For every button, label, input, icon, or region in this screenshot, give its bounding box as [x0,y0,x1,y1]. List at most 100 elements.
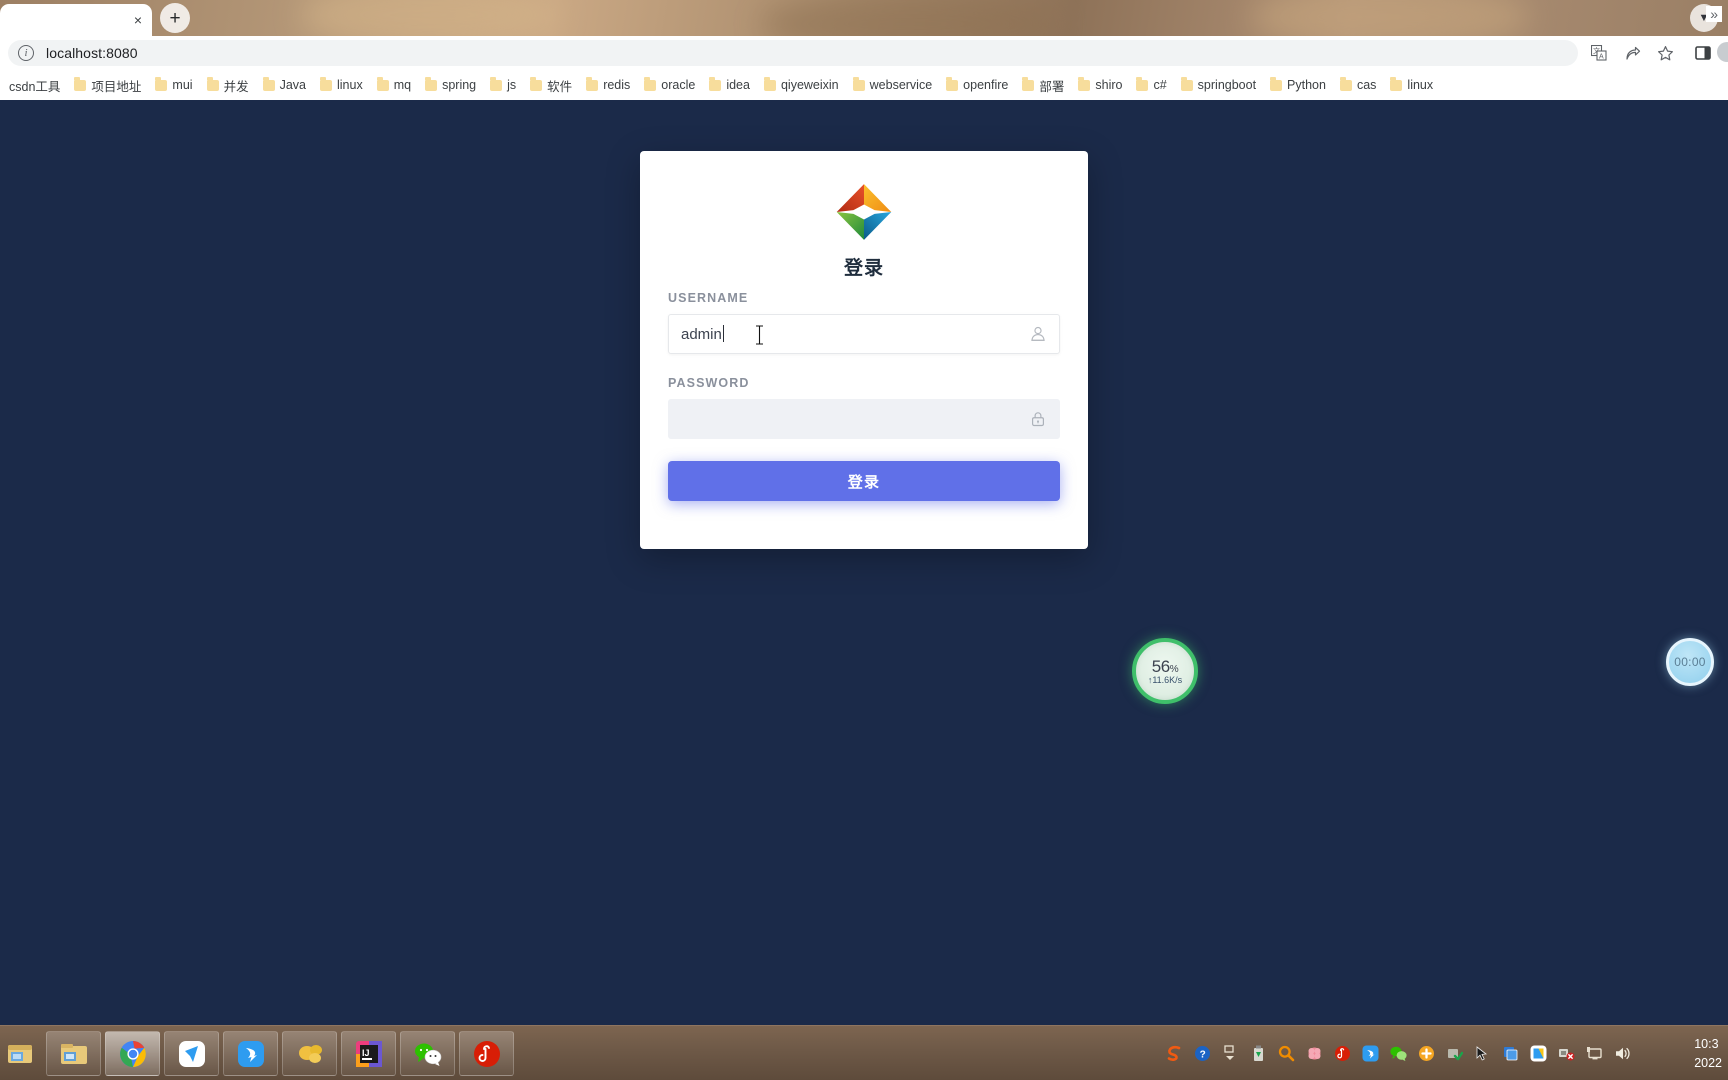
folder-icon [1180,77,1193,91]
browser-chrome: × + ▼ i localhost:8080 文A csdn工具 项目地址 mui 并… [0,0,1728,100]
bookmark-item[interactable]: 部署 [1015,74,1071,97]
wechat-icon[interactable] [1389,1044,1408,1063]
username-field[interactable]: admin [668,314,1060,354]
bookmark-item[interactable]: Python [1263,76,1333,94]
bookmark-label: c# [1153,78,1167,92]
bookmark-item[interactable]: mq [370,76,418,94]
start-button[interactable] [0,1032,42,1076]
bookmark-item[interactable]: 并发 [200,74,256,97]
bookmarks-overflow-chevron-icon[interactable]: » [1706,6,1722,22]
bookmark-item[interactable]: springboot [1174,76,1263,94]
taskbar-app-list: IJ [46,1031,514,1076]
folder-icon [763,77,776,91]
taskbar-app-tim-messenger[interactable] [164,1031,219,1076]
netease-music-icon[interactable] [1333,1044,1352,1063]
new-tab-button[interactable]: + [160,3,190,33]
sogou-ime-icon[interactable] [1165,1044,1184,1063]
bookmark-item[interactable]: 软件 [523,74,579,97]
network-alert-icon[interactable] [1557,1044,1576,1063]
username-value: admin [681,325,724,343]
taskbar-app-file-explorer[interactable] [46,1031,101,1076]
bookmark-star-icon[interactable] [1654,42,1676,64]
bookmark-label: cas [1356,78,1377,92]
window-icon[interactable] [1501,1044,1520,1063]
bookmark-item[interactable]: 项目地址 [67,74,148,97]
mouse-pointer-icon[interactable] [1473,1044,1492,1063]
taskbar-app-google-chrome[interactable] [105,1031,160,1076]
user-icon [1031,326,1045,341]
diamond-brand-logo [836,184,892,240]
bookmark-item[interactable]: qiyeweixin [757,76,846,94]
tim-messenger-icon [177,1039,207,1069]
wallpaper-blur-2 [760,0,1060,36]
password-label: PASSWORD [668,376,750,390]
bookmark-item[interactable]: c# [1129,76,1173,94]
bookmark-item[interactable]: js [483,76,523,94]
gauge-percent-value: 56% [1151,656,1179,676]
bookmark-label: linux [1407,78,1434,92]
taskbar: IJ ? 10:3 2022 [0,1025,1728,1080]
password-field[interactable] [668,399,1060,439]
login-submit-button[interactable]: 登录 [668,461,1060,501]
bookmark-item[interactable]: spring [418,76,483,94]
bookmark-item[interactable]: oracle [637,76,702,94]
backup-icon[interactable] [1445,1044,1464,1063]
profile-avatar-icon[interactable] [1717,42,1728,62]
timer-widget[interactable]: 00:00 [1666,638,1714,686]
display-icon[interactable] [1585,1044,1604,1063]
bookmark-label: idea [726,78,750,92]
page-title: 登录 [843,258,884,279]
username-label: USERNAME [668,291,749,305]
folder-icon [490,77,503,91]
share-icon[interactable] [1621,42,1643,64]
bookmark-item[interactable]: webservice [846,76,940,94]
dingtalk-icon [236,1039,266,1069]
bookmark-item[interactable]: mui [148,76,199,94]
bookmark-item[interactable]: idea [702,76,757,94]
plus-circle-icon[interactable] [1417,1044,1436,1063]
usb-safely-remove-icon[interactable] [1249,1044,1268,1063]
translate-icon[interactable]: 文A [1588,42,1610,64]
bookmark-label: shiro [1095,78,1123,92]
everything-search-icon[interactable] [1277,1044,1296,1063]
clock-date: 2022 [1694,1055,1722,1070]
dingtalk-icon[interactable] [1361,1044,1380,1063]
bookmark-item[interactable]: linux [1383,76,1440,94]
folder-icon [709,77,722,91]
bookmark-item[interactable]: shiro [1071,76,1129,94]
wps-cloud-icon[interactable] [1305,1044,1324,1063]
wechat-icon [413,1039,443,1069]
taskbar-app-foxmail[interactable] [282,1031,337,1076]
taskbar-app-dingtalk[interactable] [223,1031,278,1076]
tab-close-icon[interactable]: × [128,10,148,30]
taskbar-clock[interactable]: 10:3 2022 [1694,1026,1722,1080]
bookmark-item[interactable]: cas [1333,76,1383,94]
bookmark-item[interactable]: linux [313,76,370,94]
bookmark-item[interactable]: Java [256,76,313,94]
login-card: 登录 USERNAME admin PASSWORD 登录 [640,151,1088,549]
bookmark-label: linux [337,78,363,92]
help-icon[interactable]: ? [1193,1044,1212,1063]
address-bar[interactable]: i localhost:8080 [8,40,1578,66]
show-hidden-icon[interactable] [1221,1044,1240,1063]
bookmark-label: mui [172,78,193,92]
taskbar-app-netease-music[interactable] [459,1031,514,1076]
bookmark-label: Python [1287,78,1326,92]
volume-icon[interactable] [1613,1044,1632,1063]
folder-icon [376,77,389,91]
taskbar-app-intellij-idea[interactable]: IJ [341,1031,396,1076]
foxmail-icon [295,1039,325,1069]
intellij-idea-icon: IJ [354,1039,384,1069]
folder-icon [1078,77,1091,91]
bookmark-item[interactable]: csdn工具 [2,74,67,97]
bookmarks-bar: csdn工具 项目地址 mui 并发 Java linux mq spring js 软件 redi… [0,70,1728,100]
sidebar-panel-icon[interactable] [1692,42,1714,64]
taskbar-app-wechat[interactable] [400,1031,455,1076]
network-speed-gauge-widget[interactable]: 56% ↑11.6K/s [1132,638,1198,704]
tim-icon[interactable] [1529,1044,1548,1063]
bookmark-item[interactable]: redis [579,76,637,94]
info-icon[interactable]: i [18,45,34,61]
bookmark-item[interactable]: openfire [939,76,1015,94]
address-bar-url: localhost:8080 [46,45,138,61]
bookmark-label: openfire [963,78,1009,92]
